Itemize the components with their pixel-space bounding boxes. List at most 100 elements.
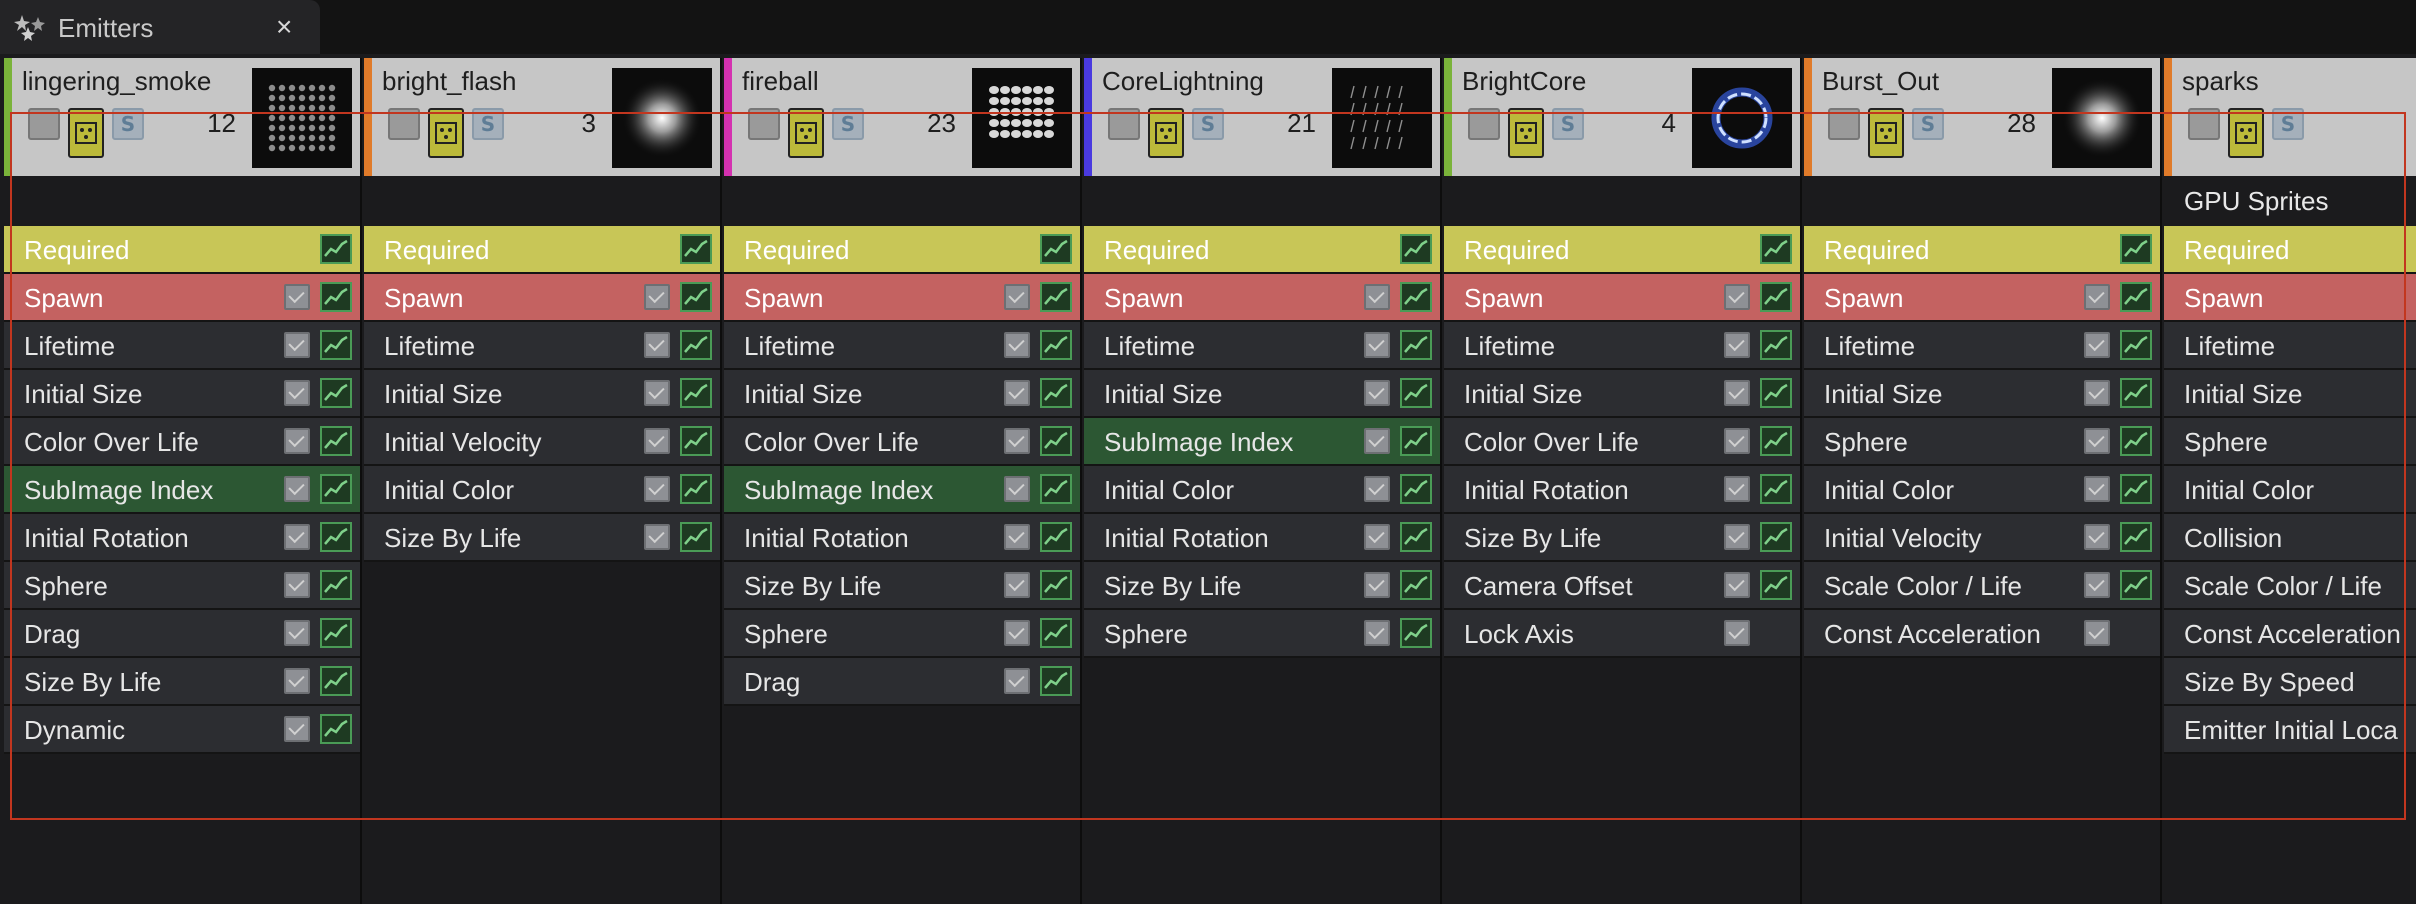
- module-enable-checkbox[interactable]: [644, 332, 670, 358]
- emitter-mode-icon[interactable]: [68, 108, 104, 158]
- emitter-header[interactable]: fireball S 23: [724, 58, 1080, 176]
- module-row[interactable]: Initial Size: [1444, 370, 1800, 418]
- module-enable-checkbox[interactable]: [1364, 284, 1390, 310]
- module-row[interactable]: Required: [2164, 226, 2416, 274]
- curve-editor-icon[interactable]: [2120, 234, 2152, 264]
- module-enable-checkbox[interactable]: [2084, 428, 2110, 454]
- emitter-solo-icon[interactable]: S: [1552, 108, 1584, 140]
- curve-editor-icon[interactable]: [320, 378, 352, 408]
- emitter-enable-checkbox[interactable]: [388, 108, 420, 140]
- curve-editor-icon[interactable]: [680, 522, 712, 552]
- module-enable-checkbox[interactable]: [1724, 572, 1750, 598]
- module-row[interactable]: Initial Size: [1804, 370, 2160, 418]
- curve-editor-icon[interactable]: [320, 330, 352, 360]
- module-row[interactable]: Required: [4, 226, 360, 274]
- module-row[interactable]: Lifetime: [4, 322, 360, 370]
- module-enable-checkbox[interactable]: [284, 572, 310, 598]
- emitter-solo-icon[interactable]: S: [2272, 108, 2304, 140]
- module-row[interactable]: Scale Color / Life: [2164, 562, 2416, 610]
- curve-editor-icon[interactable]: [1760, 426, 1792, 456]
- module-enable-checkbox[interactable]: [644, 524, 670, 550]
- module-row[interactable]: Drag: [4, 610, 360, 658]
- curve-editor-icon[interactable]: [1040, 330, 1072, 360]
- module-row[interactable]: Required: [1804, 226, 2160, 274]
- curve-editor-icon[interactable]: [1760, 378, 1792, 408]
- module-enable-checkbox[interactable]: [1364, 524, 1390, 550]
- curve-editor-icon[interactable]: [2120, 330, 2152, 360]
- emitter-mode-icon[interactable]: [1868, 108, 1904, 158]
- module-row[interactable]: Required: [1444, 226, 1800, 274]
- curve-editor-icon[interactable]: [680, 474, 712, 504]
- module-row[interactable]: Const Acceleration: [2164, 610, 2416, 658]
- module-enable-checkbox[interactable]: [284, 284, 310, 310]
- curve-editor-icon[interactable]: [320, 282, 352, 312]
- emitter-mode-icon[interactable]: [788, 108, 824, 158]
- curve-editor-icon[interactable]: [1040, 282, 1072, 312]
- module-enable-checkbox[interactable]: [1724, 476, 1750, 502]
- curve-editor-icon[interactable]: [1040, 522, 1072, 552]
- module-enable-checkbox[interactable]: [284, 476, 310, 502]
- module-row[interactable]: SubImage Index: [724, 466, 1080, 514]
- emitter-enable-checkbox[interactable]: [1108, 108, 1140, 140]
- module-enable-checkbox[interactable]: [1004, 524, 1030, 550]
- module-row[interactable]: Spawn: [1444, 274, 1800, 322]
- module-enable-checkbox[interactable]: [1004, 668, 1030, 694]
- module-row[interactable]: Lifetime: [1804, 322, 2160, 370]
- module-enable-checkbox[interactable]: [2084, 284, 2110, 310]
- module-row[interactable]: Initial Velocity: [1804, 514, 2160, 562]
- emitter-mode-icon[interactable]: [428, 108, 464, 158]
- module-row[interactable]: Camera Offset: [1444, 562, 1800, 610]
- curve-editor-icon[interactable]: [1040, 474, 1072, 504]
- module-enable-checkbox[interactable]: [284, 332, 310, 358]
- curve-editor-icon[interactable]: [1040, 666, 1072, 696]
- module-enable-checkbox[interactable]: [1364, 380, 1390, 406]
- curve-editor-icon[interactable]: [1760, 330, 1792, 360]
- module-enable-checkbox[interactable]: [1004, 380, 1030, 406]
- module-row[interactable]: Lifetime: [364, 322, 720, 370]
- module-enable-checkbox[interactable]: [284, 428, 310, 454]
- module-enable-checkbox[interactable]: [1004, 476, 1030, 502]
- module-row[interactable]: Initial Rotation: [1084, 514, 1440, 562]
- emitter-solo-icon[interactable]: S: [112, 108, 144, 140]
- curve-editor-icon[interactable]: [1040, 378, 1072, 408]
- module-row[interactable]: Sphere: [1804, 418, 2160, 466]
- module-row[interactable]: Initial Velocity: [364, 418, 720, 466]
- curve-editor-icon[interactable]: [1760, 570, 1792, 600]
- emitter-header[interactable]: BrightCore S 4: [1444, 58, 1800, 176]
- module-enable-checkbox[interactable]: [284, 668, 310, 694]
- module-row[interactable]: SubImage Index: [1084, 418, 1440, 466]
- module-enable-checkbox[interactable]: [1724, 380, 1750, 406]
- module-row[interactable]: Size By Life: [724, 562, 1080, 610]
- module-row[interactable]: Required: [724, 226, 1080, 274]
- module-enable-checkbox[interactable]: [284, 716, 310, 742]
- module-enable-checkbox[interactable]: [2084, 380, 2110, 406]
- module-row[interactable]: Size By Life: [1084, 562, 1440, 610]
- curve-editor-icon[interactable]: [320, 570, 352, 600]
- module-row[interactable]: Spawn: [1804, 274, 2160, 322]
- module-row[interactable]: Initial Size: [364, 370, 720, 418]
- close-icon[interactable]: ×: [276, 11, 292, 43]
- module-row[interactable]: Sphere: [724, 610, 1080, 658]
- emitter-header[interactable]: lingering_smoke S 12: [4, 58, 360, 176]
- emitter-solo-icon[interactable]: S: [472, 108, 504, 140]
- curve-editor-icon[interactable]: [2120, 282, 2152, 312]
- curve-editor-icon[interactable]: [1760, 282, 1792, 312]
- module-enable-checkbox[interactable]: [1004, 620, 1030, 646]
- module-row[interactable]: Drag: [724, 658, 1080, 706]
- module-row[interactable]: Sphere: [4, 562, 360, 610]
- module-row[interactable]: Initial Size: [1084, 370, 1440, 418]
- emitter-enable-checkbox[interactable]: [1468, 108, 1500, 140]
- curve-editor-icon[interactable]: [1400, 378, 1432, 408]
- emitter-header[interactable]: sparks S 801: [2164, 58, 2416, 176]
- curve-editor-icon[interactable]: [320, 618, 352, 648]
- curve-editor-icon[interactable]: [320, 474, 352, 504]
- module-row[interactable]: Spawn: [1084, 274, 1440, 322]
- curve-editor-icon[interactable]: [1040, 234, 1072, 264]
- curve-editor-icon[interactable]: [2120, 522, 2152, 552]
- module-enable-checkbox[interactable]: [1004, 332, 1030, 358]
- curve-editor-icon[interactable]: [2120, 426, 2152, 456]
- curve-editor-icon[interactable]: [1760, 474, 1792, 504]
- curve-editor-icon[interactable]: [2120, 570, 2152, 600]
- module-row[interactable]: Sphere: [1084, 610, 1440, 658]
- module-enable-checkbox[interactable]: [1004, 284, 1030, 310]
